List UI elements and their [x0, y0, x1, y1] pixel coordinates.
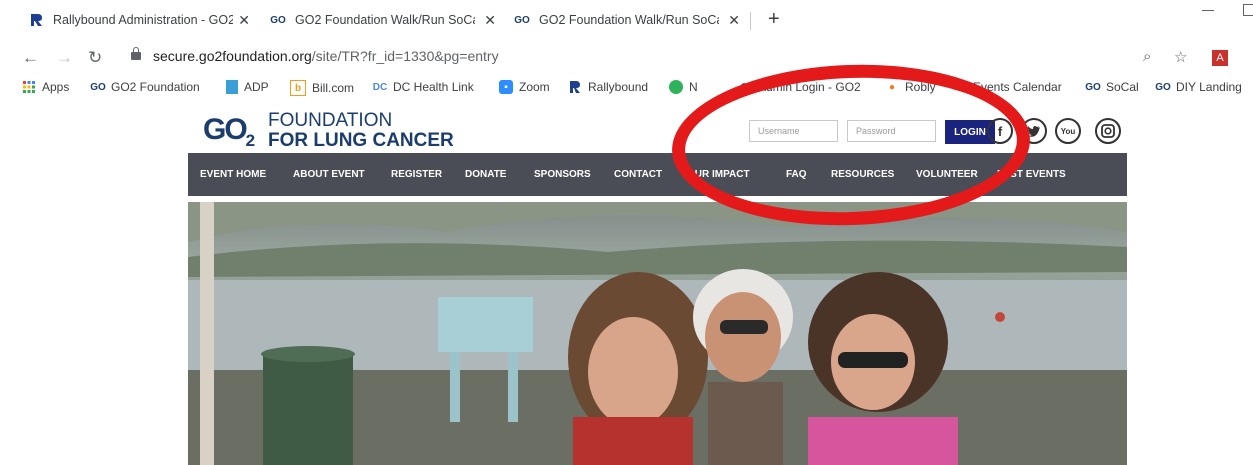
new-tab-button[interactable]: +: [768, 8, 780, 31]
youtube-icon[interactable]: You: [1055, 118, 1081, 144]
bookmark-rallybound[interactable]: Rallybound: [568, 80, 648, 94]
forward-icon[interactable]: →: [56, 48, 73, 68]
bookmark-label: SoCal: [1106, 80, 1139, 94]
nav-sponsors[interactable]: SPONSORS: [534, 169, 591, 180]
dc-icon: DC: [372, 81, 388, 93]
tab-go2-active[interactable]: GO GO2 Foundation Walk/Run SoCal ✕: [270, 4, 502, 36]
bookmark-socal[interactable]: GO SoCal: [1085, 80, 1139, 94]
bookmark-label: ADP: [244, 80, 269, 94]
nav-about-event[interactable]: ABOUT EVENT: [293, 169, 365, 180]
back-icon[interactable]: ←: [22, 48, 39, 68]
go2-icon: GO: [270, 14, 286, 26]
tab-rallybound[interactable]: Rallybound Administration - GO2 ✕: [28, 4, 256, 36]
zoom-icon: ▪: [499, 80, 513, 94]
nav-donate[interactable]: DONATE: [465, 169, 506, 180]
bookmark-label: Apps: [42, 80, 70, 94]
minimize-icon[interactable]: [1202, 10, 1214, 11]
go2-icon: GO: [1155, 81, 1171, 93]
bookmark-label: DIY Landing: [1176, 80, 1242, 94]
hero-photo-illustration: [188, 202, 1127, 465]
tab-title: Rallybound Administration - GO2: [53, 13, 233, 27]
acrobat-icon[interactable]: A: [1212, 50, 1228, 66]
zoom-magnifier-icon[interactable]: ⌕: [1143, 48, 1151, 65]
tab-strip: Rallybound Administration - GO2 ✕ GO GO2…: [0, 0, 1253, 38]
go2-icon: GO: [90, 81, 106, 93]
bookmark-diy-landing[interactable]: GO DIY Landing: [1155, 80, 1242, 94]
bookmark-label: N: [689, 80, 698, 94]
url-field[interactable]: secure.go2foundation.org/site/TR?fr_id=1…: [153, 48, 499, 64]
nav-register[interactable]: REGISTER: [391, 169, 442, 180]
bookmark-dc-health[interactable]: DC DC Health Link: [373, 80, 474, 94]
bookmark-adp[interactable]: ADP: [226, 80, 269, 94]
nav-contact[interactable]: CONTACT: [614, 169, 662, 180]
bookmark-bill[interactable]: b Bill.com: [290, 80, 354, 96]
tab-title: GO2 Foundation Walk/Run SoCal: [539, 13, 719, 27]
close-tab-icon[interactable]: ✕: [484, 12, 496, 29]
tab-divider: [750, 12, 751, 30]
instagram-icon[interactable]: [1095, 118, 1121, 144]
tab-go2[interactable]: GO GO2 Foundation Walk/Run SoCal ✕: [514, 4, 746, 36]
url-host: secure.go2foundation.org: [153, 48, 312, 64]
hero-photo: [188, 202, 1127, 465]
bookmark-label: Rallybound: [588, 80, 649, 94]
adp-icon: [226, 80, 238, 94]
bookmark-label: Zoom: [519, 80, 550, 94]
bookmark-go2[interactable]: GO GO2 Foundation: [90, 80, 200, 94]
go2-icon: GO: [1085, 81, 1101, 93]
nav-event-home[interactable]: EVENT HOME: [200, 169, 266, 180]
address-bar-row: ← → ↻ secure.go2foundation.org/site/TR?f…: [0, 38, 1253, 76]
logo-line-1: FOUNDATION: [268, 110, 393, 131]
bookmark-apps[interactable]: Apps: [22, 80, 69, 94]
bookmark-label: GO2 Foundation: [111, 80, 200, 94]
close-tab-icon[interactable]: ✕: [238, 12, 250, 29]
rallybound-icon: [28, 12, 44, 28]
lock-icon[interactable]: [131, 47, 141, 60]
bookmark-n[interactable]: N: [669, 80, 698, 94]
logo-mark: GO2: [203, 113, 255, 150]
logo-line-2: FOR LUNG CANCER: [268, 130, 454, 151]
star-icon[interactable]: ☆: [1174, 48, 1187, 66]
close-tab-icon[interactable]: ✕: [728, 12, 740, 29]
rallybound-icon: [568, 80, 582, 94]
bookmark-zoom[interactable]: ▪ Zoom: [499, 80, 550, 94]
restore-icon[interactable]: [1243, 4, 1253, 16]
bookmarks-bar: Apps GO GO2 Foundation ADP b Bill.com DC…: [0, 76, 1253, 102]
bill-icon: b: [290, 80, 306, 96]
bookmark-label: DC Health Link: [393, 80, 474, 94]
bookmark-label: Bill.com: [312, 81, 355, 95]
reload-icon[interactable]: ↻: [88, 48, 102, 68]
apps-grid-icon: [22, 80, 36, 94]
green-icon: [669, 80, 683, 94]
tab-title: GO2 Foundation Walk/Run SoCal: [295, 13, 475, 27]
url-path: /site/TR?fr_id=1330&pg=entry: [311, 48, 499, 64]
go2-icon: GO: [514, 14, 530, 26]
